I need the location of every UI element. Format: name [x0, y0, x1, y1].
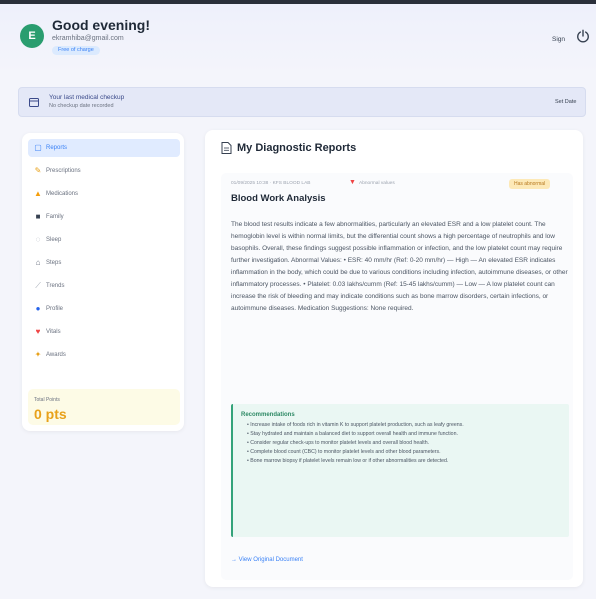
pen-icon: ✎ [34, 166, 42, 175]
sidebar-item-medications[interactable]: ▲ Medications [28, 185, 180, 203]
user-email: ekramhiba@gmail.com [52, 35, 124, 42]
sidebar-item-label: Vitals [46, 329, 61, 335]
recommendations-title: Recommendations [241, 412, 295, 418]
sidebar-item-label: Steps [46, 260, 62, 266]
pill-icon: ▲ [34, 189, 42, 198]
points-card: Total Points 0 pts [28, 389, 180, 425]
sidebar-item-steps[interactable]: ⌂ Steps [28, 254, 180, 272]
trend-icon: ⟋ [35, 281, 41, 290]
greeting: Good evening! [52, 17, 150, 33]
points-value: 0 pts [34, 406, 67, 422]
power-icon[interactable] [576, 29, 590, 43]
list-item: • Bone marrow biopsy if platelet levels … [247, 458, 449, 464]
avatar[interactable]: E [20, 24, 44, 48]
sidebar-item-label: Prescriptions [46, 168, 81, 174]
document-icon [221, 142, 232, 154]
points-label: Total Points [34, 397, 60, 403]
calendar-icon [29, 98, 39, 107]
sidebar-item-reports[interactable]: ▢ Reports [28, 139, 180, 157]
family-icon: ■ [35, 212, 41, 221]
plan-badge: Free of charge [52, 46, 100, 55]
moon-icon: ◌ [35, 235, 41, 244]
sidebar-item-label: Reports [46, 145, 68, 151]
report-summary: The blood test results indicate a few ab… [231, 221, 568, 312]
user-icon: ● [35, 304, 41, 313]
header: E Good evening! ekramhiba@gmail.com Free… [0, 4, 596, 74]
sidebar-item-sleep[interactable]: ◌ Sleep [28, 231, 180, 249]
reminder-title: Your last medical checkup [49, 94, 125, 101]
report-title: Blood Work Analysis [231, 193, 326, 204]
sidebar-item-label: Awards [46, 352, 66, 358]
sidebar-item-label: Trends [46, 283, 65, 289]
sidebar-item-label: Profile [46, 306, 64, 312]
reminder-subtitle: No checkup date recorded [49, 103, 114, 109]
sidebar-item-vitals[interactable]: ♥ Vitals [28, 323, 180, 341]
reports-panel: My Diagnostic Reports 01/09/2025 10:38 ·… [205, 130, 583, 587]
sidebar-item-trends[interactable]: ⟋ Trends [28, 277, 180, 295]
award-icon: ✦ [34, 350, 42, 359]
list-item: • Stay hydrated and maintain a balanced … [247, 431, 458, 437]
page-title: My Diagnostic Reports [237, 142, 357, 154]
report-flag-text: Abnormal values [359, 181, 395, 186]
sidebar-item-label: Medications [46, 191, 79, 197]
set-date-button[interactable]: Set Date [555, 99, 576, 105]
sign-out-button[interactable]: Sign [552, 36, 565, 43]
list-item: • Complete blood count (CBC) to monitor … [247, 449, 441, 455]
sidebar-item-awards[interactable]: ✦ Awards [28, 346, 180, 364]
list-item: • Increase intake of foods rich in vitam… [247, 422, 464, 428]
sidebar-item-label: Family [46, 214, 64, 220]
list-item: • Consider regular check-ups to monitor … [247, 440, 430, 446]
steps-icon: ⌂ [35, 258, 41, 267]
checkup-reminder: Your last medical checkup No checkup dat… [18, 87, 586, 117]
status-badge: Has abnormal [509, 179, 551, 189]
report-meta: 01/09/2025 10:38 · KFS BLOOD LAB [231, 181, 311, 186]
sidebar-item-prescriptions[interactable]: ✎ Prescriptions [28, 162, 180, 180]
heart-icon: ♥ [35, 327, 41, 336]
sidebar-item-label: Sleep [46, 237, 62, 243]
sidebar-item-family[interactable]: ■ Family [28, 208, 180, 226]
sidebar: ▢ Reports ✎ Prescriptions ▲ Medications … [22, 133, 184, 431]
report-icon: ▢ [34, 143, 42, 152]
recommendations-box: Recommendations • Increase intake of foo… [231, 404, 569, 537]
sidebar-item-profile[interactable]: ● Profile [28, 300, 180, 318]
report-card[interactable]: 01/09/2025 10:38 · KFS BLOOD LAB ▼ Abnor… [221, 173, 573, 580]
recommendations-list: • Increase intake of foods rich in vitam… [247, 422, 563, 467]
view-original-link[interactable]: → View Original Document [231, 557, 303, 563]
alert-icon: ▼ [349, 179, 356, 186]
